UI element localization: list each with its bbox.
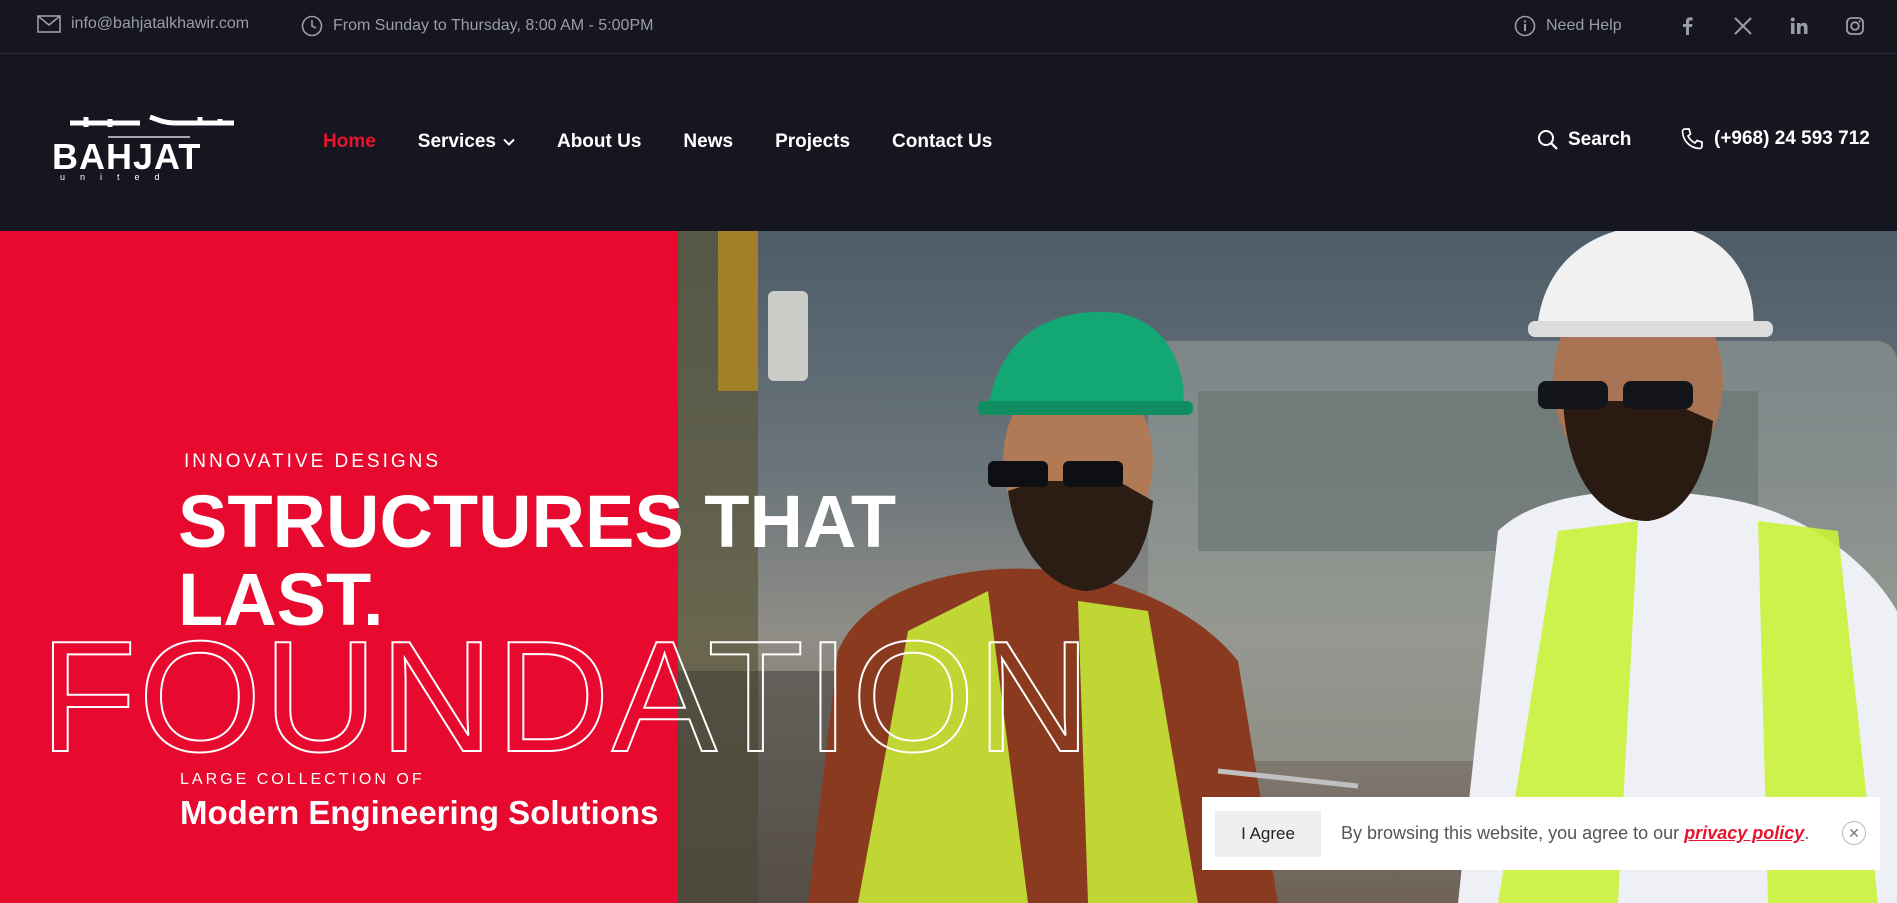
hero-eyebrow: INNOVATIVE DESIGNS [184,451,442,472]
nav-home[interactable]: Home [323,131,376,153]
phone-link[interactable]: (+968) 24 593 712 [1680,127,1870,151]
email-text: info@bahjatalkhawir.com [71,15,250,32]
linkedin-icon[interactable] [1787,14,1811,38]
hours-info: From Sunday to Thursday, 8:00 AM - 5:00P… [301,15,653,37]
chevron-down-icon [503,138,515,146]
info-icon [1514,15,1536,37]
instagram-icon[interactable] [1843,14,1867,38]
nav-projects[interactable]: Projects [775,131,850,153]
nav-about-label: About Us [556,131,642,152]
need-help-text: Need Help [1546,17,1622,34]
search-icon [1538,130,1558,150]
hero-sub-eyebrow: LARGE COLLECTION OF [180,771,425,788]
nav-contact-label: Contact Us [892,131,993,152]
close-icon[interactable]: ✕ [1842,821,1866,845]
outline-word-text: FOUNDATION [40,623,1093,763]
phone-number: (+968) 24 593 712 [1714,128,1870,149]
cookie-period: . [1804,823,1810,843]
logo-subtext: united [60,172,175,181]
top-bar: info@bahjatalkhawir.com From Sunday to T… [0,0,1897,54]
hero-headline: STRUCTURES THAT LAST. [178,480,897,641]
agree-button[interactable]: I Agree [1215,810,1321,857]
nav-services-label: Services [417,131,496,152]
mail-icon [37,15,61,33]
privacy-policy-link[interactable]: privacy policy [1684,823,1804,843]
need-help-link[interactable]: Need Help [1514,15,1622,37]
email-contact[interactable]: info@bahjatalkhawir.com [37,15,249,33]
nav-news-label: News [683,131,734,152]
cookie-consent-bar: I Agree By browsing this website, you ag… [1202,797,1880,870]
site-logo[interactable]: BAHJAT united [50,114,240,182]
facebook-icon[interactable] [1675,14,1699,38]
phone-icon [1681,128,1703,150]
logo-text: BAHJAT [52,136,201,177]
cookie-message: By browsing this website, you agree to o… [1341,823,1685,843]
nav-projects-label: Projects [775,131,851,152]
clock-icon [301,15,323,37]
hero-sub-title: Modern Engineering Solutions [180,794,659,831]
main-header: BAHJAT united Home Services About Us New… [0,55,1897,231]
hero-outline-word: FOUNDATION [40,623,1093,763]
nav-home-label: Home [323,131,376,152]
search-button[interactable]: Search [1537,129,1631,151]
cookie-text: By browsing this website, you agree to o… [1341,823,1809,844]
nav-contact-us[interactable]: Contact Us [892,131,992,153]
nav-news[interactable]: News [683,131,733,153]
nav-about-us[interactable]: About Us [557,131,641,153]
main-nav: Home Services About Us News Projects Con… [323,131,1034,153]
nav-services[interactable]: Services [418,131,515,153]
search-label: Search [1568,129,1632,150]
x-icon[interactable] [1731,14,1755,38]
hours-text: From Sunday to Thursday, 8:00 AM - 5:00P… [333,17,654,34]
